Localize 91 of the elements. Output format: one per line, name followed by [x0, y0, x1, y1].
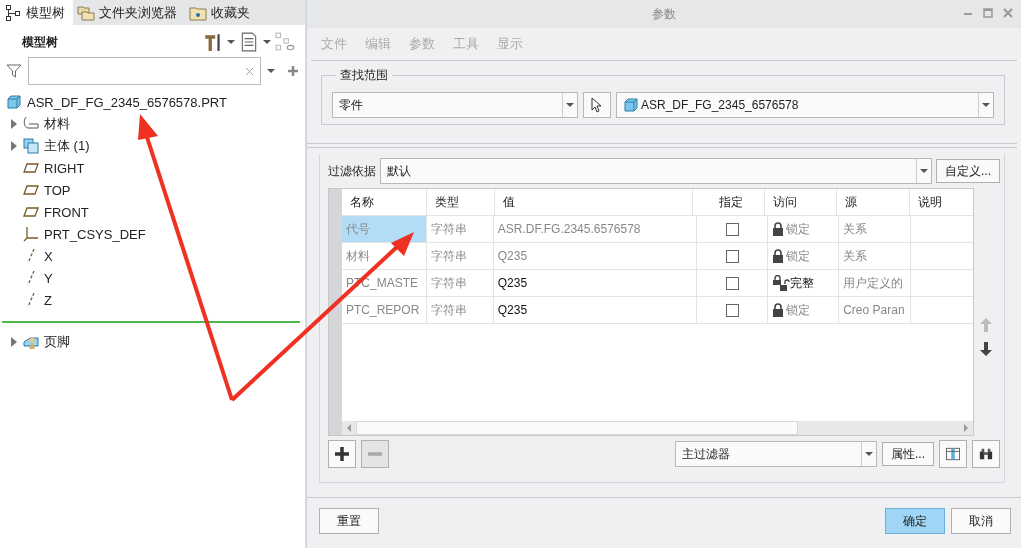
add-button[interactable] [328, 440, 356, 468]
pointer-icon [591, 97, 603, 113]
tree-item[interactable]: 页脚 [0, 331, 305, 353]
dropdown-arrow-icon [566, 101, 574, 109]
table-cell: Q235 [493, 243, 698, 269]
column-header[interactable]: 指定 [693, 189, 766, 215]
tree-item[interactable]: 主体 (1) [0, 135, 305, 157]
table-cell[interactable]: PTC_REPOR [342, 297, 427, 323]
group-title: 查找范围 [336, 67, 392, 84]
folder-icon [189, 4, 207, 21]
column-header[interactable]: 访问 [765, 189, 837, 215]
tree-item[interactable]: PRT_CSYS_DEF [0, 223, 305, 245]
tree-item[interactable]: Z [0, 289, 305, 311]
type-dropdown[interactable]: 零件 [332, 92, 578, 118]
table-cell: 关系 [839, 243, 912, 269]
dropdown-arrow-icon [982, 101, 990, 109]
object-dropdown[interactable]: ASR_DF_FG_2345_6576578 [616, 92, 994, 118]
tree-item[interactable]: 材料 [0, 113, 305, 135]
plus-icon [335, 447, 349, 461]
expand-arrow-icon[interactable] [10, 119, 18, 129]
column-header[interactable]: 名称 [342, 189, 428, 215]
column-header[interactable]: 类型 [427, 189, 496, 215]
tree-item[interactable]: Y [0, 267, 305, 289]
dialog-button[interactable]: 确定 [885, 508, 945, 534]
table-cell: Q235 [493, 297, 698, 323]
add-icon[interactable] [287, 65, 299, 77]
column-header[interactable]: 值 [495, 189, 694, 215]
plane-icon [23, 204, 39, 220]
column-header[interactable]: 源 [836, 189, 910, 215]
panel-tab[interactable]: 收藏夹 [185, 0, 258, 25]
footer-icon [23, 334, 39, 350]
cube-icon [623, 97, 639, 113]
access-text: 锁定 [786, 301, 811, 319]
tree-item[interactable]: X [0, 245, 305, 267]
list-settings-icon[interactable] [239, 32, 259, 52]
dialog-button[interactable]: 重置 [319, 508, 379, 534]
folders-icon [77, 4, 95, 21]
dropdown-arrow-icon [865, 450, 873, 458]
dialog-button[interactable]: 取消 [951, 508, 1011, 534]
checkbox[interactable] [725, 276, 739, 290]
filter-icon[interactable] [6, 63, 22, 79]
table-cell: 字符串 [426, 243, 494, 269]
material-icon [23, 116, 39, 132]
table-cell: 字符串 [426, 297, 494, 323]
plane-icon [23, 182, 39, 198]
search-field[interactable] [28, 57, 261, 85]
dropdown-arrow-icon [920, 167, 928, 175]
main-filter-dropdown[interactable]: 主过滤器 [675, 441, 877, 467]
binoculars-icon [979, 447, 993, 461]
table-cell: 字符串 [426, 270, 494, 296]
body-icon [23, 138, 39, 154]
checkbox[interactable] [725, 303, 739, 317]
plane-icon [23, 160, 39, 176]
column-header[interactable]: 说明 [909, 189, 973, 215]
table-cell: 用户定义的 [839, 270, 912, 296]
customize-button[interactable]: 自定义... [936, 159, 1000, 183]
table-cell: Q235 [493, 270, 698, 296]
select-button[interactable] [583, 92, 611, 118]
tree-item[interactable]: RIGHT [0, 157, 305, 179]
access-text: 锁定 [786, 247, 811, 265]
filter-label: 过滤依据 [328, 162, 376, 180]
find-button[interactable] [972, 440, 1000, 468]
move-down-icon[interactable] [980, 342, 992, 356]
cube-icon [6, 94, 22, 110]
coordinate-system-icon [23, 226, 39, 242]
panel-tab[interactable]: 文件夹浏览器 [73, 0, 185, 25]
tree-icon [4, 4, 22, 21]
tree-item[interactable]: FRONT [0, 201, 305, 223]
dialog-title: 参数 [652, 5, 676, 23]
dropdown-arrow-icon[interactable] [263, 38, 271, 46]
table-cell: Creo Paran [839, 297, 912, 323]
properties-button[interactable]: 属性... [882, 442, 934, 466]
columns-icon [946, 447, 960, 461]
table-cell: ASR.DF.FG.2345.6576578 [493, 216, 698, 242]
access-text: 完整 [790, 274, 815, 292]
dropdown-arrow-icon[interactable] [227, 38, 235, 46]
tree-item[interactable]: ASR_DF_FG_2345_6576578.PRT [0, 91, 305, 113]
columns-button[interactable] [939, 440, 967, 468]
checkbox[interactable] [725, 249, 739, 263]
expand-arrow-icon[interactable] [10, 337, 18, 347]
table-cell: 关系 [839, 216, 912, 242]
access-text: 锁定 [786, 220, 811, 238]
checkbox[interactable] [725, 222, 739, 236]
tools-icon[interactable] [203, 32, 223, 52]
dropdown-arrow-icon[interactable] [267, 67, 275, 75]
panel-tab[interactable]: 模型树 [0, 0, 73, 25]
tree-item[interactable]: TOP [0, 179, 305, 201]
panel-title: 模型树 [22, 33, 58, 51]
table-cell: 字符串 [426, 216, 494, 242]
filter-dropdown[interactable]: 默认 [380, 158, 932, 184]
expand-arrow-icon[interactable] [10, 141, 18, 151]
